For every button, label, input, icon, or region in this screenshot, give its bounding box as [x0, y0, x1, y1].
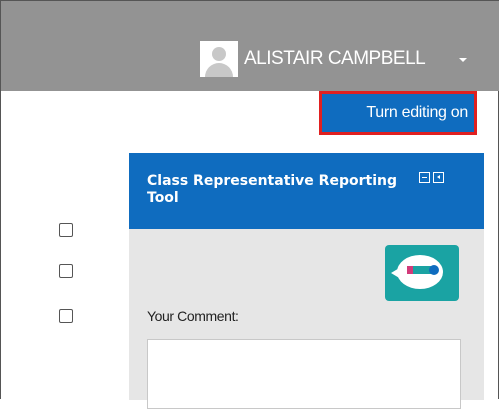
caret-down-icon[interactable] [459, 58, 467, 62]
pen-dot [429, 265, 439, 275]
top-navbar [1, 1, 499, 91]
turn-editing-on-button[interactable]: Turn editing on [322, 94, 474, 132]
user-avatar-icon[interactable] [200, 41, 238, 77]
avatar-head [212, 47, 226, 61]
speech-bubble-pen-icon [385, 245, 459, 301]
checkbox-3[interactable] [59, 309, 73, 323]
block-header: Class Representative Reporting Tool [129, 153, 484, 229]
dock-icon[interactable] [433, 172, 444, 183]
avatar-shoulders [205, 63, 233, 77]
block-title: Class Representative Reporting Tool [147, 173, 397, 206]
reporting-tool-block: Class Representative Reporting Tool Your… [129, 153, 484, 409]
pen-tip [407, 266, 413, 274]
comment-label: Your Comment: [147, 308, 239, 324]
checkbox-1[interactable] [59, 223, 73, 237]
user-menu-name[interactable]: ALISTAIR CAMPBELL [244, 48, 426, 70]
comment-textarea[interactable] [147, 339, 461, 409]
minimize-icon[interactable] [419, 172, 430, 183]
checkbox-2[interactable] [59, 264, 73, 278]
